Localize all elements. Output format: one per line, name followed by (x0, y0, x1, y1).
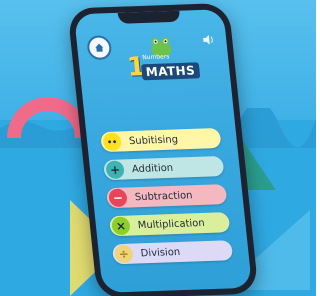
times-icon: × (111, 216, 131, 236)
phone-notch (117, 10, 181, 24)
logo-subtitle: Numbers (141, 53, 170, 62)
divide-icon: ÷ (113, 244, 134, 264)
app-logo: 1 Numbers MATHS (125, 37, 201, 91)
plus-icon: + (105, 160, 125, 180)
menu-item-label: Subtraction (134, 189, 194, 203)
home-icon-glyph (95, 43, 104, 52)
speaker-icon[interactable] (202, 34, 216, 49)
home-icon[interactable] (86, 35, 113, 61)
minus-icon: − (108, 188, 128, 208)
app-screen: 1 Numbers MATHS •• Subitising + Addition… (73, 9, 253, 293)
menu-item-label: Multiplication (137, 217, 206, 231)
topic-menu: •• Subitising + Addition − Subtraction ×… (100, 127, 234, 272)
menu-item-subitising[interactable]: •• Subitising (100, 127, 222, 153)
phone-device: 1 Numbers MATHS •• Subitising + Addition… (67, 2, 259, 296)
menu-item-label: Subitising (128, 133, 179, 147)
menu-item-subtraction[interactable]: − Subtraction (105, 184, 228, 209)
logo-title: MATHS (140, 62, 201, 81)
background-scene: 1 Numbers MATHS •• Subitising + Addition… (0, 0, 316, 296)
menu-item-division[interactable]: ÷ Division (111, 240, 234, 265)
menu-item-multiplication[interactable]: × Multiplication (108, 212, 231, 237)
dots-icon: •• (102, 132, 123, 152)
speaker-icon-glyph (203, 34, 213, 45)
menu-item-addition[interactable]: + Addition (103, 155, 225, 181)
menu-item-label: Division (140, 246, 181, 259)
menu-item-label: Addition (131, 162, 174, 175)
